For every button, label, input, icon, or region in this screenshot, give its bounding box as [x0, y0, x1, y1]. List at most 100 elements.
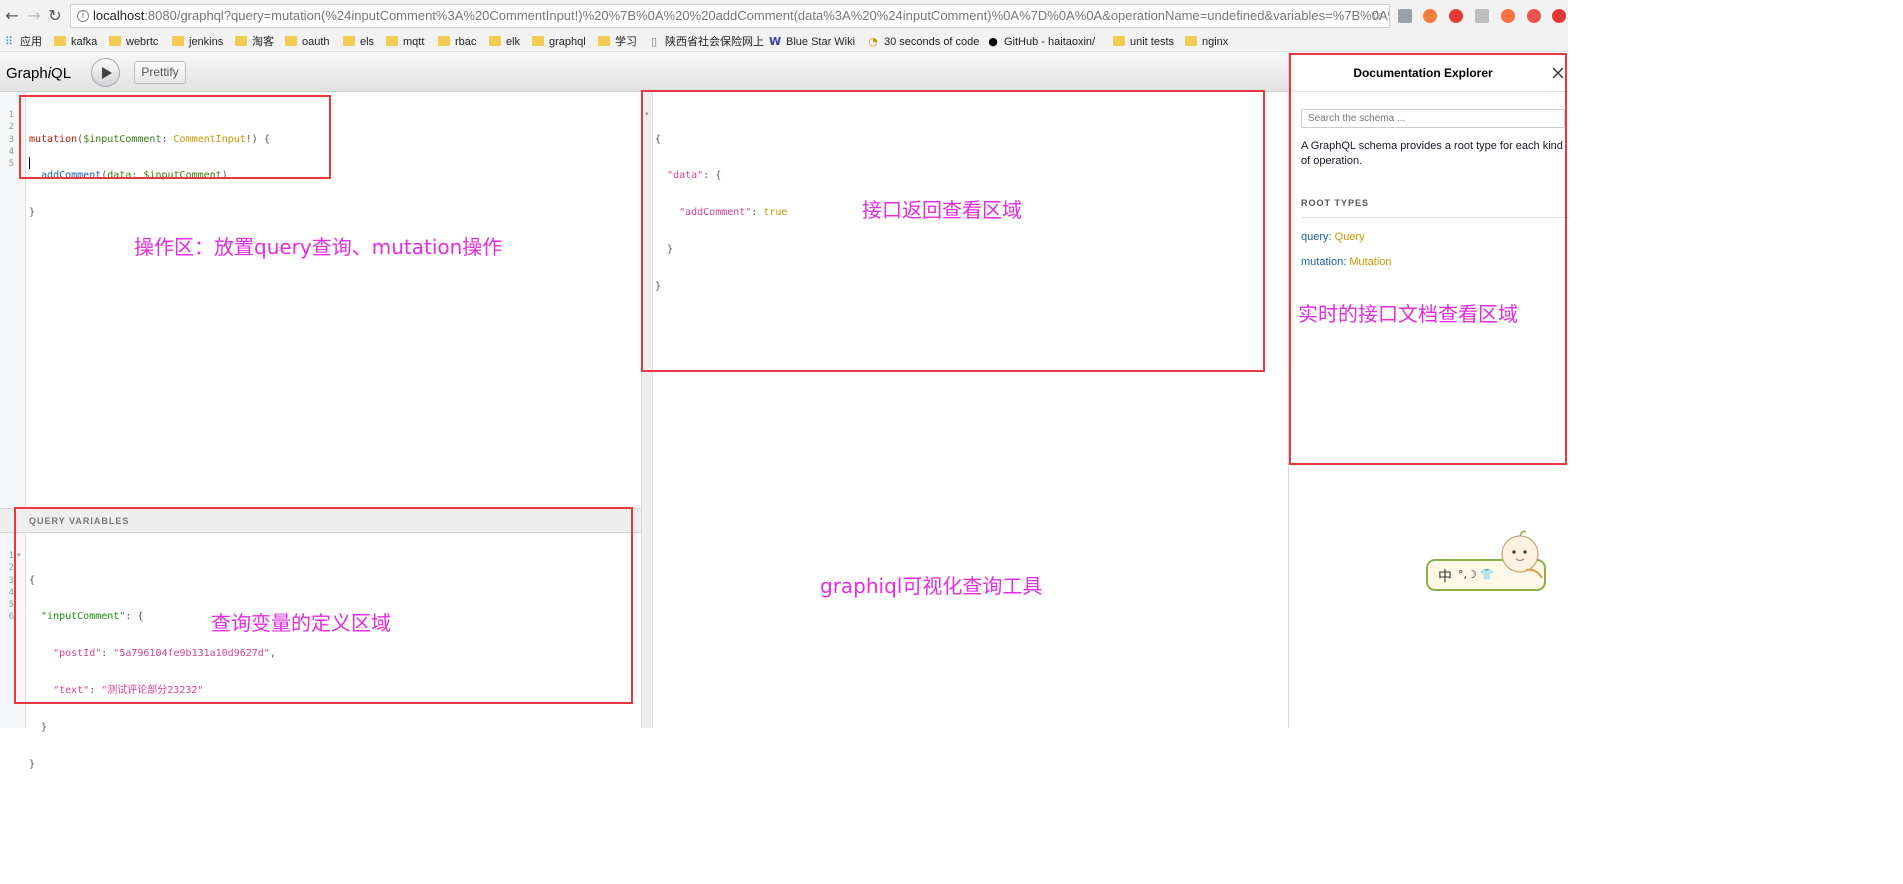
bookmark-page[interactable]: W Blue Star Wiki [769, 34, 855, 50]
annotation-tool-caption: graphiql可视化查询工具 [820, 574, 1043, 598]
annotation-box-operation [19, 95, 331, 179]
folder-icon [172, 36, 184, 46]
line-number: 1 [8, 110, 14, 120]
bookmark-folder[interactable]: kafka [54, 34, 97, 50]
extension-grey-icon[interactable] [1475, 9, 1489, 23]
folder-icon [54, 36, 66, 46]
bookmark-apps[interactable]: ⠿ 应用 [3, 34, 42, 50]
extension-infinity-icon[interactable] [1501, 9, 1515, 23]
graphiql-logo: GraphiQL [6, 65, 71, 82]
bookmark-label: webrtc [126, 36, 159, 48]
bookmark-label: 应用 [20, 36, 42, 48]
extension-orange-icon[interactable] [1423, 9, 1437, 23]
folder-icon [386, 36, 398, 46]
reload-icon[interactable]: ↻ [45, 6, 65, 26]
line-number: 3 [8, 575, 14, 586]
url-path: :8080/graphql?query=mutation(%24inputCom… [144, 8, 1390, 23]
play-icon [102, 67, 112, 79]
line-number: 6 [8, 612, 14, 623]
bookmark-folder[interactable]: unit tests [1113, 34, 1174, 50]
url-host: localhost [93, 8, 145, 23]
bookmark-label: Blue Star Wiki [786, 36, 856, 48]
browser-toolbar: ← → ↻ i localhost:8080/graphql?query=mut… [0, 0, 1568, 32]
bookmark-label: 淘客 [252, 36, 274, 48]
bookmark-folder[interactable]: webrtc [109, 34, 158, 50]
prettify-button[interactable]: Prettify [134, 61, 186, 84]
bookmark-folder[interactable]: els [343, 34, 374, 50]
bookmark-label: 学习 [615, 36, 637, 48]
bookmark-label: mqtt [403, 36, 425, 48]
annotation-box-docs [1289, 53, 1567, 465]
page-icon: ▯ [650, 35, 658, 48]
bookmark-label: rbac [455, 36, 477, 48]
bookmark-label: elk [506, 36, 521, 48]
bookmarks-bar: ⠿ 应用 kafka webrtc jenkins 淘客 oauth els mq… [0, 32, 1568, 52]
bookmark-folder[interactable]: mqtt [386, 34, 424, 50]
bookmark-label: jenkins [189, 36, 224, 48]
bookmark-folder[interactable]: oauth [285, 34, 330, 50]
bookmark-folder[interactable]: rbac [438, 34, 476, 50]
variables-line-numbers: 1 2 3 4 5 6 [0, 550, 14, 624]
line-number: 1 [8, 551, 14, 561]
bookmark-folder[interactable]: nginx [1185, 34, 1228, 50]
folder-icon [343, 36, 355, 46]
line-number: 2 [8, 563, 14, 574]
bookmark-folder[interactable]: graphql [532, 34, 586, 50]
bookmark-label: 陕西省社会保险网上 [665, 36, 764, 48]
ime-mode-label[interactable]: 中 [1438, 566, 1452, 586]
folder-icon [285, 36, 297, 46]
line-number: 5 [8, 600, 14, 611]
code-line: } [29, 207, 36, 219]
address-bar[interactable]: i localhost:8080/graphql?query=mutation(… [70, 4, 1390, 28]
logo-text: QL [51, 65, 72, 82]
annotation-variables-area: 查询变量的定义区域 [211, 611, 391, 635]
back-arrow-icon[interactable]: ← [2, 6, 22, 26]
bookmark-page[interactable]: ▯ 陕西省社会保险网上 [648, 34, 764, 50]
bookmark-page[interactable]: ◔ 30 seconds of code [867, 34, 979, 50]
bookmark-star-icon[interactable]: ☆ [1370, 5, 1383, 27]
code-line: } [29, 759, 36, 771]
bookmark-label: unit tests [1130, 36, 1175, 48]
logo-text: Graph [6, 65, 48, 82]
annotation-docs-area: 实时的接口文档查看区域 [1298, 302, 1518, 326]
bookmark-folder[interactable]: 学习 [598, 34, 637, 50]
apps-grid-icon: ⠿ [4, 35, 14, 48]
annotation-operation-area: 操作区：放置query查询、mutation操作 [134, 235, 503, 259]
folder-icon [1113, 36, 1125, 46]
code-line: } [29, 722, 48, 734]
bookmark-label: kafka [71, 36, 98, 48]
info-icon[interactable]: i [77, 10, 89, 22]
forward-arrow-icon[interactable]: → [24, 6, 44, 26]
bookmark-label: oauth [302, 36, 330, 48]
bookmark-label: els [360, 36, 375, 48]
line-number: 4 [8, 146, 14, 157]
extension-red-icon[interactable] [1449, 9, 1463, 23]
line-number: 5 [8, 159, 14, 170]
query-line-numbers: 1 2 3 4 5 [0, 109, 14, 170]
bookmark-label: graphql [549, 36, 586, 48]
extension-v-icon[interactable] [1398, 9, 1412, 23]
execute-button[interactable] [91, 58, 120, 87]
github-icon: ● [988, 35, 998, 48]
folder-icon [1185, 36, 1197, 46]
wiki-w-icon: W [769, 35, 782, 48]
line-number: 2 [8, 122, 14, 133]
bookmark-folder[interactable]: jenkins [172, 34, 223, 50]
bookmark-folder[interactable]: elk [489, 34, 520, 50]
annotation-box-variables [14, 507, 633, 704]
folder-icon [532, 36, 544, 46]
line-number: 3 [8, 134, 14, 145]
ime-toolbar[interactable]: 中 °,☽ 👕 [1426, 528, 1546, 592]
folder-icon [438, 36, 450, 46]
folder-icon [235, 36, 247, 46]
bookmark-label: 30 seconds of code [884, 36, 980, 48]
bookmark-folder[interactable]: 淘客 [235, 34, 274, 50]
extension-upload-icon[interactable] [1552, 9, 1566, 23]
annotation-box-response [641, 90, 1265, 372]
ime-tool-glyphs[interactable]: °,☽ 👕 [1458, 568, 1494, 581]
bookmark-page[interactable]: ● GitHub - haitaoxin/ [987, 34, 1095, 50]
extension-brush-icon[interactable] [1527, 9, 1541, 23]
bookmark-label: nginx [1202, 36, 1229, 48]
graphiql-toolbar: GraphiQL Prettify [0, 53, 1288, 92]
bookmark-label: GitHub - haitaoxin/ [1004, 36, 1096, 48]
